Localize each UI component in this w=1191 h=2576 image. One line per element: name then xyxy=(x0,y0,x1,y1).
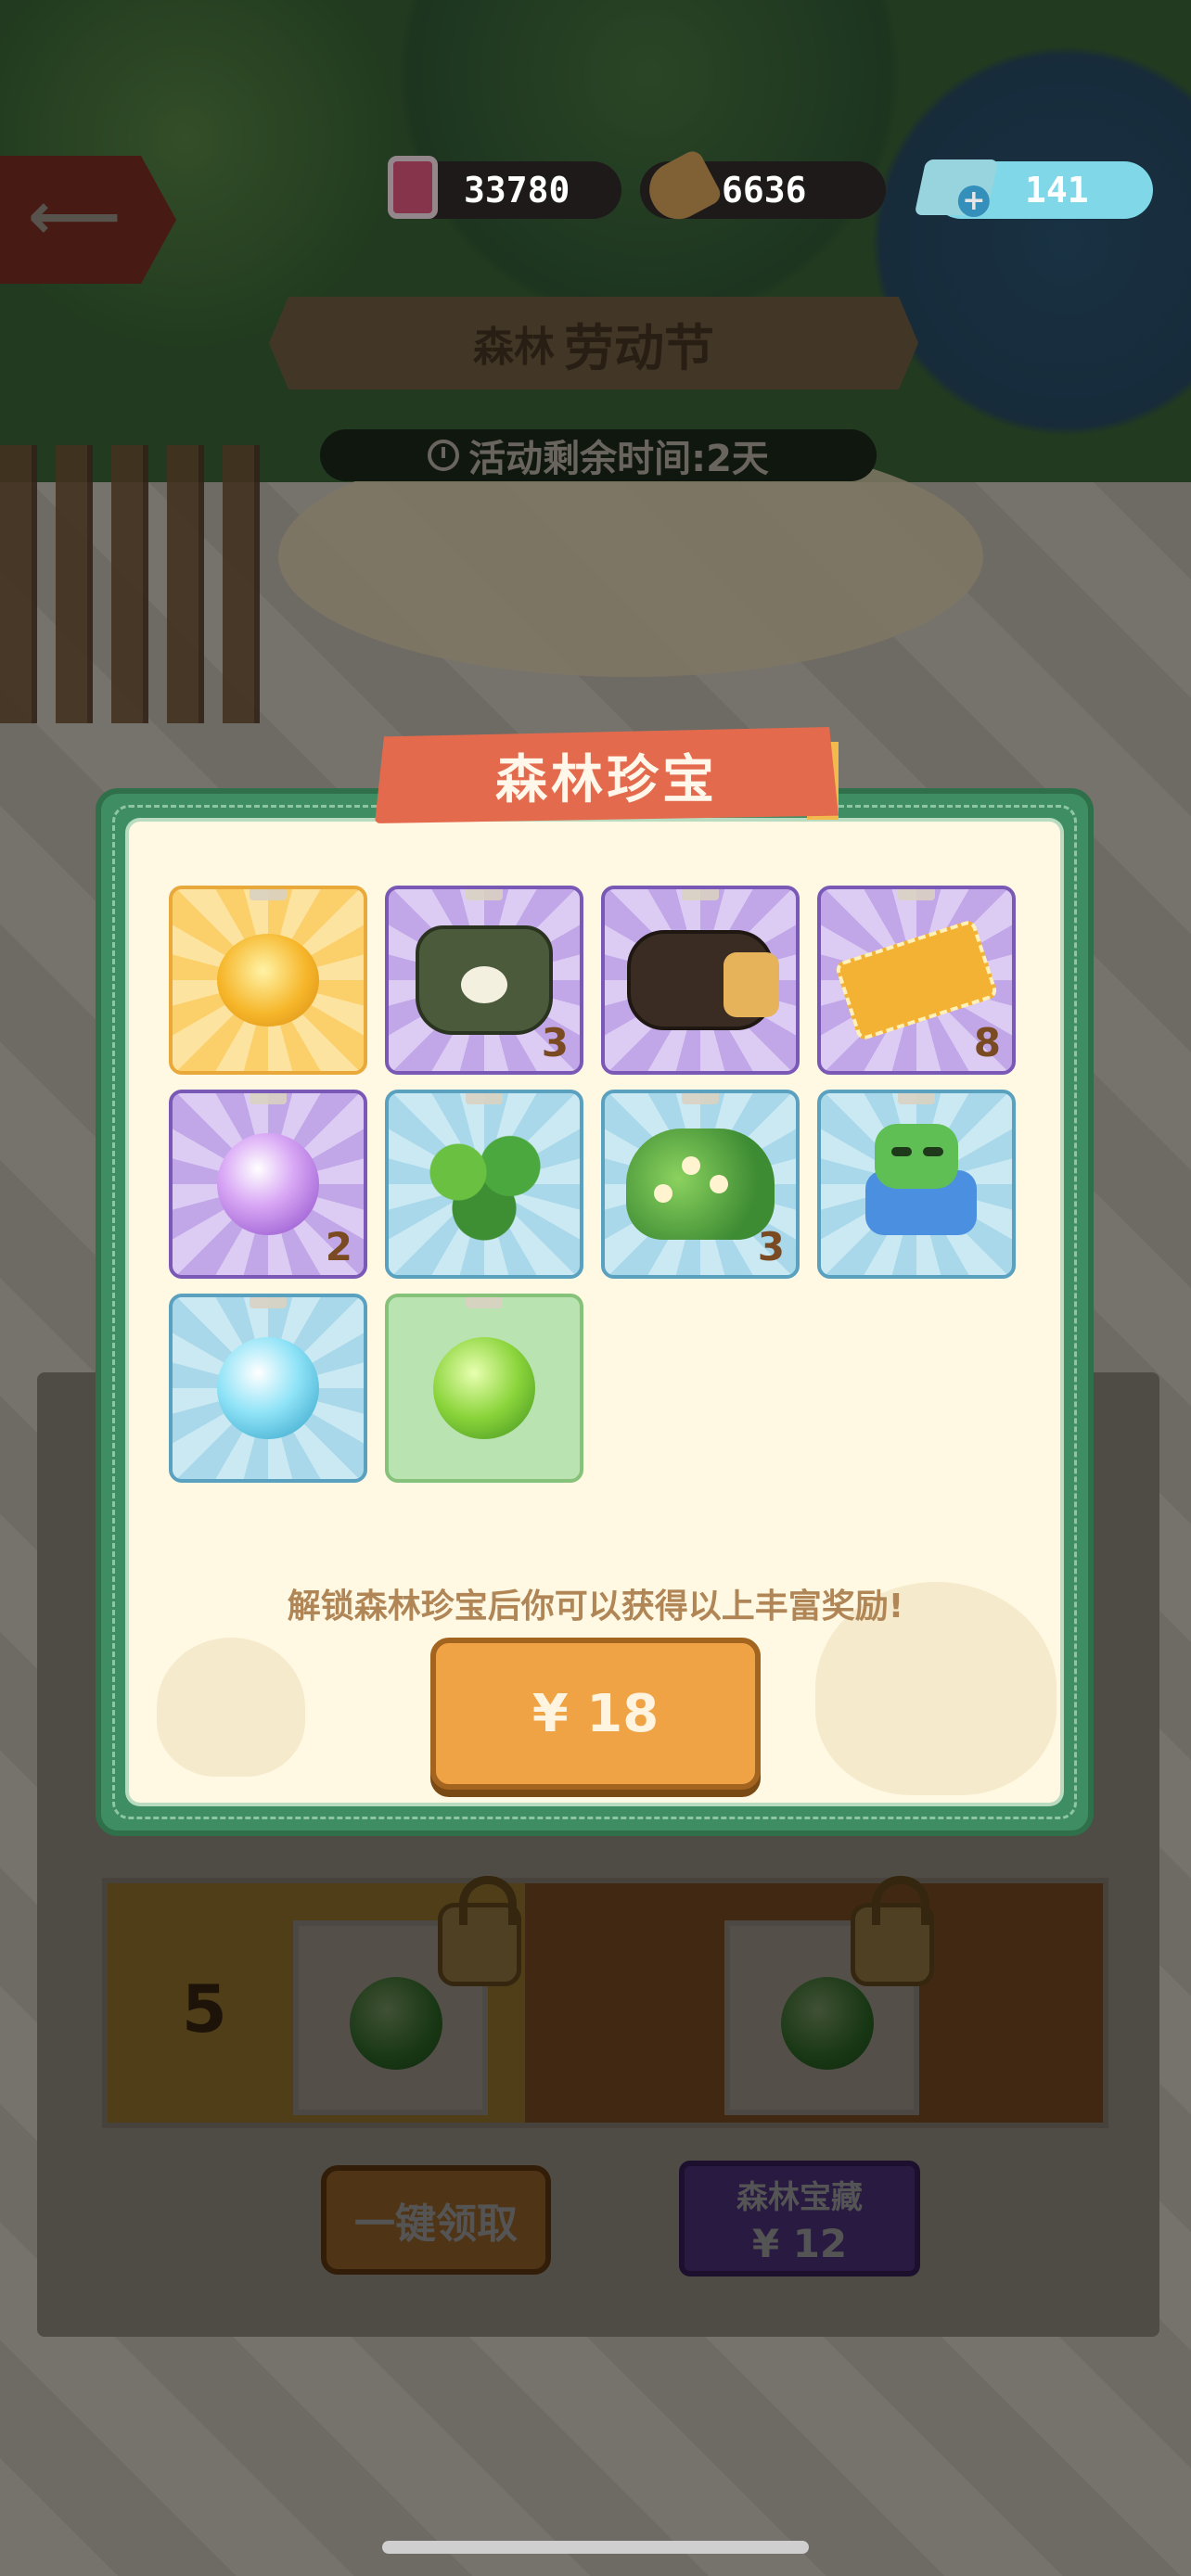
item-count: 3 xyxy=(541,1020,569,1065)
item-count: 3 xyxy=(757,1224,785,1269)
black-travel-bag-icon xyxy=(627,930,779,1030)
reward-item[interactable]: 3 xyxy=(385,886,583,1075)
ink-jar-icon xyxy=(388,156,438,219)
plus-icon[interactable]: + xyxy=(957,185,990,217)
gem-icon[interactable]: + xyxy=(914,159,999,217)
green-crystal-orb-icon xyxy=(433,1337,535,1439)
item-count: 8 xyxy=(973,1020,1001,1065)
modal-title-ribbon: 森林珍宝 xyxy=(375,727,839,823)
purchase-price: ¥ 18 xyxy=(531,1683,660,1744)
modal-title: 森林珍宝 xyxy=(495,749,718,810)
reward-item[interactable] xyxy=(601,886,800,1075)
flower-bush-icon xyxy=(626,1129,775,1240)
golden-flower-orb-icon xyxy=(217,934,319,1027)
reward-item[interactable]: 2 xyxy=(169,1090,367,1279)
reward-item[interactable] xyxy=(169,1294,367,1483)
green-plant-icon xyxy=(419,1124,549,1244)
reward-item[interactable] xyxy=(817,1090,1016,1279)
item-count: 2 xyxy=(325,1224,352,1269)
reward-item[interactable] xyxy=(385,1294,583,1483)
blue-crystal-orb-icon xyxy=(217,1337,319,1439)
reward-item[interactable]: 8 xyxy=(817,886,1016,1075)
unlock-description: 解锁森林珍宝后你可以获得以上丰富奖励! xyxy=(287,1588,904,1626)
reward-item[interactable] xyxy=(169,886,367,1075)
purchase-button[interactable]: ¥ 18 xyxy=(430,1638,761,1790)
reward-item[interactable]: 3 xyxy=(601,1090,800,1279)
green-clover-bag-icon xyxy=(416,925,553,1035)
home-indicator[interactable] xyxy=(382,2541,809,2554)
gem-value: 141 xyxy=(1025,170,1089,210)
robot-cat-bed-icon xyxy=(856,1124,977,1244)
purple-swirl-orb-icon xyxy=(217,1133,319,1235)
wood-value: 6636 xyxy=(722,170,807,210)
ink-value: 33780 xyxy=(464,170,570,210)
reward-item[interactable] xyxy=(385,1090,583,1279)
ghost-mascot-decoration xyxy=(157,1638,305,1777)
